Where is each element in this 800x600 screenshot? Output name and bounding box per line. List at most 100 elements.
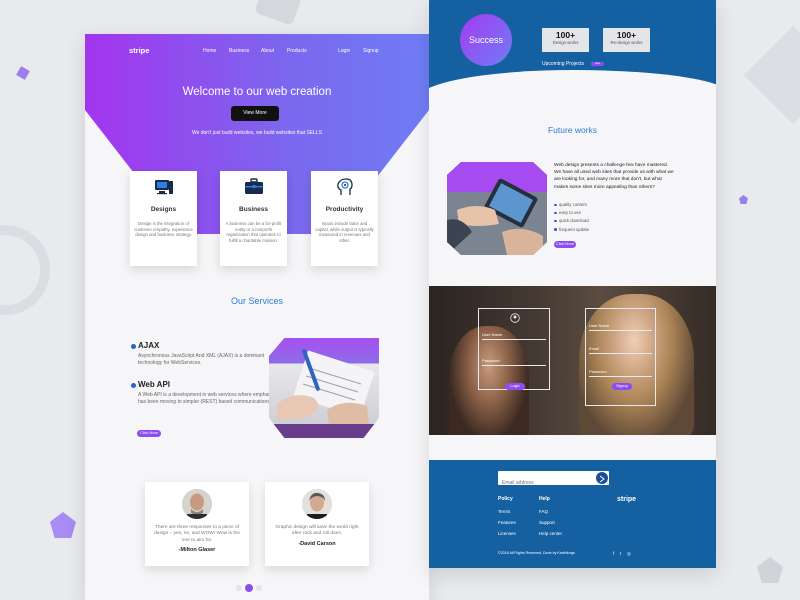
stat-box-design: 100+ Design works	[542, 28, 589, 52]
carousel-dots	[236, 579, 265, 597]
carousel-dot-active[interactable]	[245, 583, 253, 592]
service-item-web-api: Web API A Web API is a development in we…	[131, 380, 277, 406]
future-works-list: quality content easy to use quick downlo…	[554, 202, 589, 235]
footer-link-licenses[interactable]: Licenses	[498, 531, 516, 536]
services-image	[269, 338, 379, 438]
carousel-dot[interactable]	[256, 584, 262, 591]
login-signup-section: User Name Password Login User Name Email…	[429, 286, 716, 435]
facebook-icon[interactable]: f	[613, 551, 614, 556]
future-works-image	[447, 162, 547, 255]
services-click-more-button[interactable]: Click More	[137, 430, 161, 437]
avatar	[182, 489, 212, 519]
footer-link-terms[interactable]: Terms	[498, 509, 510, 514]
testimonial-card: There are three responses to a piece of …	[145, 482, 249, 566]
footer-help-heading: Help	[539, 496, 550, 502]
future-works-text: Web design presents a challenge few have…	[554, 163, 674, 190]
newsletter-email-field[interactable]	[498, 471, 609, 490]
head-gear-icon	[335, 178, 355, 196]
feature-card-designs[interactable]: Designs Design is the integration of cus…	[130, 171, 197, 266]
background-dot	[739, 195, 748, 204]
top-nav: stripe Home Business About Products Logi…	[85, 34, 429, 64]
testimonial-author: -Milton Glaser	[178, 547, 216, 554]
nav-item-home[interactable]: Home	[203, 48, 216, 54]
footer-policy-heading: Policy	[498, 496, 513, 502]
nav-item-about[interactable]: About	[261, 48, 274, 54]
password-label: Password	[589, 369, 607, 374]
background-pentagon	[50, 512, 76, 538]
upcoming-projects-label: Upcoming Projects	[542, 61, 584, 67]
stat-value: 100+	[555, 30, 576, 40]
username-field[interactable]	[482, 339, 546, 340]
feature-description: A business can be a for-profit entity or…	[225, 221, 282, 243]
username-label: User Name	[589, 323, 610, 328]
carousel-dot[interactable]	[236, 584, 242, 591]
newsletter-submit-button[interactable]	[596, 472, 608, 484]
footer-link-help-center[interactable]: Help center	[539, 531, 562, 536]
password-label: Password	[482, 358, 500, 363]
list-item: easy to use	[554, 210, 589, 215]
stat-label: Design works	[552, 40, 579, 45]
login-button[interactable]: Login	[505, 383, 525, 390]
footer-link-faq[interactable]: FAQ	[539, 509, 548, 514]
service-title: AJAX	[131, 341, 277, 350]
feature-description: Inputs include labor and capital, while …	[315, 221, 374, 243]
signup-button[interactable]: Signup	[612, 383, 632, 390]
login-form: User Name Password Login	[478, 308, 550, 390]
hero-subtitle: We don't just build websites, we build w…	[191, 130, 323, 136]
stat-box-redesign: 100+ Re-design works	[603, 28, 650, 52]
background-ring	[0, 225, 50, 315]
user-icon	[510, 313, 520, 323]
footer-link-support[interactable]: Support	[539, 520, 555, 525]
background-dot	[16, 66, 30, 80]
email-label: Email	[589, 346, 600, 351]
avatar	[302, 489, 332, 519]
feature-title: Designs	[150, 206, 177, 213]
login-link[interactable]: Login	[338, 48, 350, 54]
stat-value: 100+	[616, 30, 637, 40]
service-description: A Web API is a development in web servic…	[138, 392, 275, 405]
logo[interactable]: stripe	[129, 46, 149, 55]
list-item: quick download	[554, 218, 589, 223]
nav-item-business[interactable]: Business	[229, 48, 249, 54]
future-click-more-button[interactable]: Click More	[554, 241, 576, 248]
instagram-icon[interactable]: ◎	[627, 551, 631, 557]
feature-card-business[interactable]: Business A business can be a for-profit …	[220, 171, 287, 266]
copyright-text: ©2018 All Rights Reserved, Done by Karth…	[498, 551, 576, 555]
username-field[interactable]	[589, 330, 652, 331]
landing-page-left: stripe Home Business About Products Logi…	[85, 34, 429, 600]
password-field[interactable]	[482, 365, 546, 366]
background-diamond	[743, 25, 800, 125]
view-more-button[interactable]: View More	[231, 106, 279, 121]
testimonial-author: -David Carson	[298, 540, 336, 547]
hero-title: Welcome to our web creation	[182, 86, 332, 98]
landing-page-right: Success 100+ Design works 100+ Re-design…	[429, 0, 716, 568]
nav-item-products[interactable]: Products	[287, 48, 307, 54]
list-item: quality content	[554, 202, 589, 207]
success-badge: Success	[460, 14, 512, 66]
twitter-icon[interactable]: t	[620, 551, 621, 556]
monitor-icon	[154, 178, 174, 196]
arrow-right-icon	[599, 475, 605, 483]
signup-link[interactable]: Signup	[363, 48, 379, 54]
email-field[interactable]	[589, 353, 652, 354]
email-input[interactable]	[498, 476, 596, 490]
testimonial-quote: Graphic design will save the world right…	[275, 525, 359, 537]
password-field[interactable]	[589, 376, 652, 377]
list-item: frequent update	[554, 227, 589, 232]
footer-logo[interactable]: stripe	[617, 496, 636, 503]
footer-link-features[interactable]: Features	[498, 520, 516, 525]
feature-card-productivity[interactable]: Productivity Inputs include labor and ca…	[311, 171, 378, 266]
feature-title: Business	[239, 206, 268, 213]
background-hexagon	[254, 0, 302, 26]
service-title: Web API	[131, 380, 277, 389]
services-title: Our Services	[230, 296, 283, 306]
upcoming-projects-badge[interactable]: view	[591, 62, 604, 66]
background-pentagon	[757, 557, 783, 583]
feature-title: Productivity	[325, 206, 364, 213]
service-description: Asynchronous JavaScript And XML (AJAX) i…	[138, 353, 265, 366]
future-works-title: Future works	[547, 125, 598, 135]
testimonial-quote: There are three responses to a piece of …	[154, 525, 240, 543]
testimonial-card: Graphic design will save the world right…	[265, 482, 369, 566]
briefcase-icon	[244, 178, 264, 196]
username-label: User Name	[482, 332, 503, 337]
